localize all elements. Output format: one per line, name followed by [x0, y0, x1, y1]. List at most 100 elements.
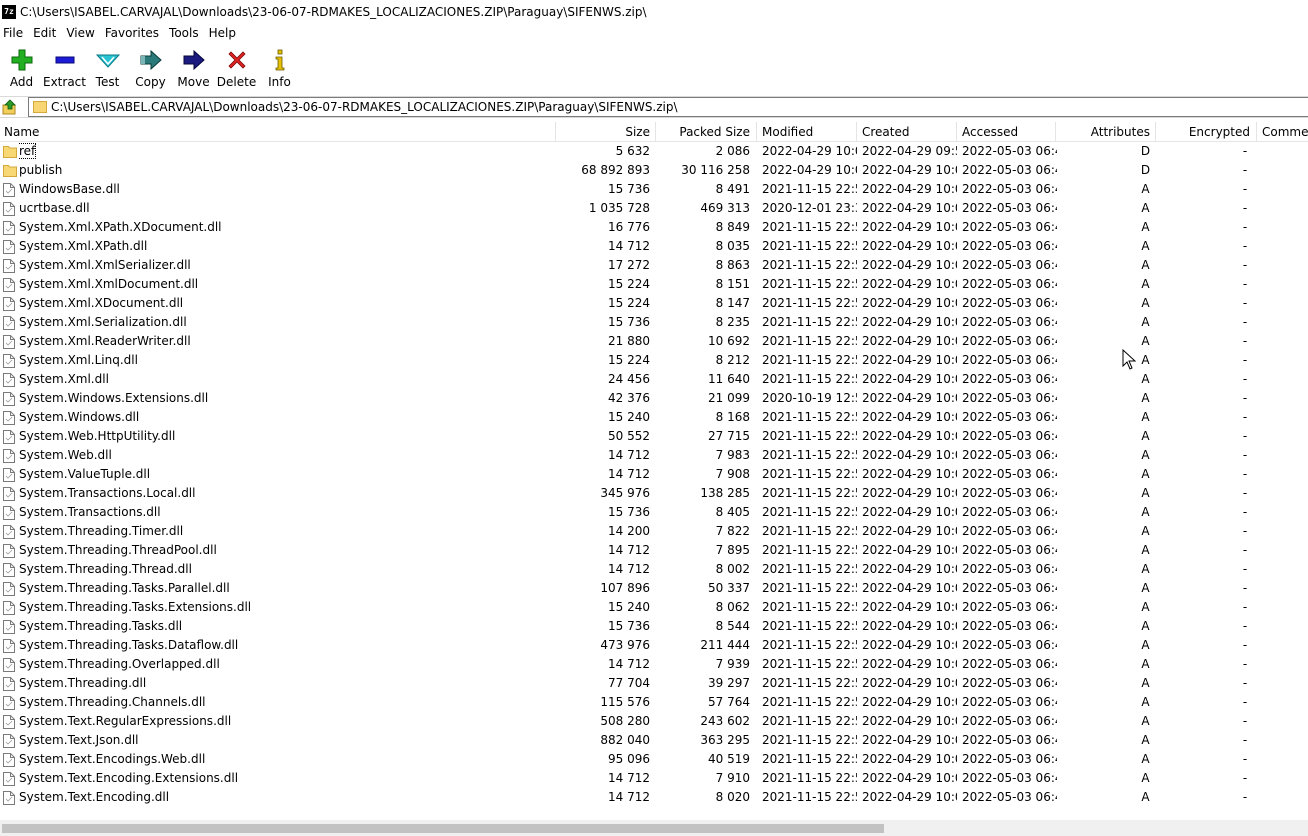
add-button[interactable]: Add [0, 45, 43, 91]
table-row[interactable]: System.Text.Encoding.Extensions.dll 14 71… [0, 769, 1308, 788]
horizontal-scrollbar[interactable] [0, 820, 1308, 836]
table-row[interactable]: System.Transactions.Local.dll 345 976 138 … [0, 484, 1308, 503]
table-row[interactable]: System.Text.Json.dll 882 040 363 295 2021-1… [0, 731, 1308, 750]
created-date: 2022-04-29 10:02 [862, 467, 957, 481]
column-separator[interactable] [655, 122, 656, 142]
encrypted: - [1242, 638, 1248, 652]
modified-date: 2022-04-29 10:02 [762, 144, 857, 158]
table-row[interactable]: ucrtbase.dll 1 035 728 469 313 2020-12-01 2… [0, 199, 1308, 218]
table-row[interactable]: System.Text.Encoding.dll 14 712 8 020 2021-… [0, 788, 1308, 807]
file-size: 15 736 [608, 505, 650, 519]
table-row[interactable]: System.Text.Encodings.Web.dll 95 096 40 51… [0, 750, 1308, 769]
file-size: 5 632 [615, 144, 650, 158]
accessed-date: 2022-05-03 06:41 [962, 372, 1057, 386]
encrypted: - [1242, 220, 1248, 234]
table-row[interactable]: System.Web.dll 14 712 7 983 2021-11-15 22:5… [0, 446, 1308, 465]
table-row[interactable]: System.Threading.ThreadPool.dll 14 712 7 8… [0, 541, 1308, 560]
menu-favorites[interactable]: Favorites [100, 26, 164, 40]
column-separator[interactable] [1155, 122, 1156, 142]
file-name: System.Threading.Tasks.Dataflow.dll [19, 638, 239, 652]
created-date: 2022-04-29 10:02 [862, 733, 957, 747]
column-separator[interactable] [1055, 122, 1056, 142]
table-row[interactable]: System.Threading.Tasks.Extensions.dll 15 … [0, 598, 1308, 617]
table-row[interactable]: System.Text.RegularExpressions.dll 508 28… [0, 712, 1308, 731]
table-row[interactable]: System.Threading.Timer.dll 14 200 7 822 202… [0, 522, 1308, 541]
test-button[interactable]: Test [86, 45, 129, 91]
table-row[interactable]: System.Threading.Tasks.dll 15 736 8 544 202… [0, 617, 1308, 636]
table-row[interactable]: System.ValueTuple.dll 14 712 7 908 2021-11-… [0, 465, 1308, 484]
column-separator[interactable] [1256, 122, 1257, 142]
file-name: System.Xml.XPath.dll [19, 239, 148, 253]
table-row[interactable]: System.Xml.ReaderWriter.dll 21 880 10 692 2… [0, 332, 1308, 351]
extract-label: Extract [43, 75, 86, 89]
file-icon [3, 620, 16, 634]
column-attributes[interactable]: Attributes [1060, 122, 1150, 142]
table-row[interactable]: System.Xml.Linq.dll 15 224 8 212 2021-11-15… [0, 351, 1308, 370]
menu-edit[interactable]: Edit [28, 26, 61, 40]
table-row[interactable]: System.Xml.Serialization.dll 15 736 8 235 2… [0, 313, 1308, 332]
packed-size: 30 116 258 [681, 163, 750, 177]
attributes: A [1141, 372, 1150, 386]
encrypted: - [1242, 790, 1248, 804]
table-row[interactable]: System.Xml.XmlDocument.dll 15 224 8 151 202… [0, 275, 1308, 294]
menu-help[interactable]: Help [204, 26, 241, 40]
file-name: System.Xml.Serialization.dll [19, 315, 187, 329]
created-date: 2022-04-29 10:02 [862, 581, 957, 595]
table-row[interactable]: System.Threading.Tasks.Dataflow.dll 473 9… [0, 636, 1308, 655]
file-list[interactable]: Name Size Packed Size Modified Created A… [0, 122, 1308, 820]
column-comment[interactable]: Commen [1262, 122, 1308, 142]
table-row[interactable]: System.Xml.dll 24 456 11 640 2021-11-15 22:… [0, 370, 1308, 389]
table-row[interactable]: System.Windows.Extensions.dll 42 376 21 09… [0, 389, 1308, 408]
modified-date: 2021-11-15 22:51 [762, 372, 857, 386]
attributes: A [1141, 467, 1150, 481]
address-field[interactable]: C:\Users\ISABEL.CARVAJAL\Downloads\23-06… [28, 97, 1308, 117]
column-separator[interactable] [756, 122, 757, 142]
modified-date: 2021-11-15 22:50 [762, 562, 857, 576]
encrypted: - [1242, 619, 1248, 633]
column-separator[interactable] [856, 122, 857, 142]
packed-size: 363 295 [700, 733, 750, 747]
delete-button[interactable]: Delete [215, 45, 258, 91]
created-date: 2022-04-29 10:02 [862, 182, 957, 196]
table-row[interactable]: System.Xml.XPath.dll 14 712 8 035 2021-11-1… [0, 237, 1308, 256]
table-row[interactable]: System.Xml.XPath.XDocument.dll 16 776 8 84… [0, 218, 1308, 237]
table-row[interactable]: System.Web.HttpUtility.dll 50 552 27 715 20… [0, 427, 1308, 446]
table-row[interactable]: System.Threading.Thread.dll 14 712 8 002 20… [0, 560, 1308, 579]
column-accessed[interactable]: Accessed [962, 122, 1052, 142]
info-button[interactable]: Info [258, 45, 301, 91]
column-separator[interactable] [956, 122, 957, 142]
accessed-date: 2022-05-03 06:41 [962, 410, 1057, 424]
table-row[interactable]: System.Threading.Channels.dll 115 576 57 7… [0, 693, 1308, 712]
copy-button[interactable]: Copy [129, 45, 172, 91]
modified-date: 2021-11-15 22:51 [762, 543, 857, 557]
column-name[interactable]: Name [4, 122, 544, 142]
menu-file[interactable]: File [0, 26, 28, 40]
accessed-date: 2022-05-03 06:41 [962, 619, 1057, 633]
column-separator[interactable] [555, 122, 556, 142]
menu-tools[interactable]: Tools [164, 26, 204, 40]
accessed-date: 2022-05-03 06:41 [962, 638, 1057, 652]
column-encrypted[interactable]: Encrypted [1160, 122, 1250, 142]
created-date: 2022-04-29 10:02 [862, 562, 957, 576]
table-row[interactable]: System.Xml.XDocument.dll 15 224 8 147 2021-… [0, 294, 1308, 313]
extract-button[interactable]: Extract [43, 45, 86, 91]
table-row[interactable]: System.Threading.Overlapped.dll 14 712 7 9… [0, 655, 1308, 674]
table-row[interactable]: System.Windows.dll 15 240 8 168 2021-11-15 … [0, 408, 1308, 427]
column-packed-size[interactable]: Packed Size [660, 122, 750, 142]
table-row[interactable]: System.Threading.Tasks.Parallel.dll 107 8… [0, 579, 1308, 598]
menu-view[interactable]: View [61, 26, 99, 40]
column-modified[interactable]: Modified [762, 122, 852, 142]
attributes: A [1141, 600, 1150, 614]
table-row[interactable]: System.Xml.XmlSerializer.dll 17 272 8 863 2… [0, 256, 1308, 275]
table-row[interactable]: System.Transactions.dll 15 736 8 405 2021-1… [0, 503, 1308, 522]
up-folder-icon[interactable] [1, 98, 19, 116]
table-row[interactable]: System.Threading.dll 77 704 39 297 2021-11-… [0, 674, 1308, 693]
column-created[interactable]: Created [862, 122, 952, 142]
column-size[interactable]: Size [560, 122, 650, 142]
move-button[interactable]: Move [172, 45, 215, 91]
table-row[interactable]: ref 5 632 2 086 2022-04-29 10:02 2022-04-29 … [0, 142, 1308, 161]
created-date: 2022-04-29 10:02 [862, 486, 957, 500]
table-row[interactable]: WindowsBase.dll 15 736 8 491 2021-11-15 22:… [0, 180, 1308, 199]
scrollbar-thumb[interactable] [2, 824, 884, 833]
table-row[interactable]: publish 68 892 893 30 116 258 2022-04-29 10… [0, 161, 1308, 180]
